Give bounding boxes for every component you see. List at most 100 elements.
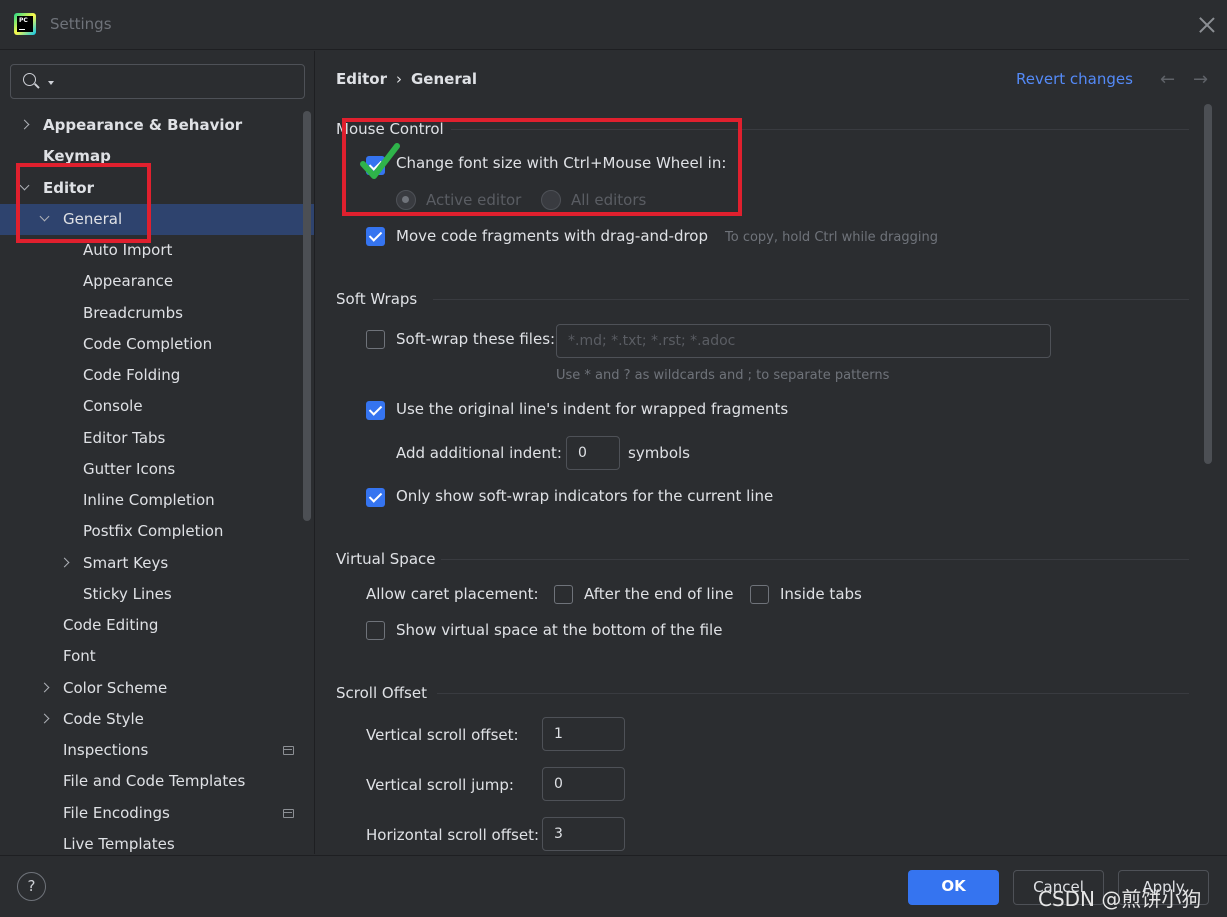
sidebar-item-label: Appearance & Behavior [43, 116, 243, 134]
vertical-scroll-jump-label: Vertical scroll jump: [366, 776, 514, 794]
sidebar-scrollbar[interactable] [303, 111, 311, 521]
window-title: Settings [50, 15, 112, 33]
sidebar-item-label: Color Scheme [63, 679, 168, 697]
additional-indent-unit: symbols [628, 444, 690, 462]
breadcrumb-editor[interactable]: Editor [336, 70, 387, 88]
sidebar-item-label: Code Completion [83, 335, 213, 353]
sidebar-item-label: Smart Keys [83, 554, 169, 572]
additional-indent-label: Add additional indent: [396, 444, 562, 462]
sidebar-item-smart-keys[interactable]: Smart Keys [0, 548, 314, 579]
chevron-right-icon[interactable] [39, 682, 50, 693]
chevron-right-icon[interactable] [59, 557, 70, 568]
sidebar-item-code-style[interactable]: Code Style [0, 704, 314, 735]
additional-indent-input[interactable] [566, 436, 620, 470]
horizontal-scroll-offset-input[interactable] [542, 817, 625, 851]
sidebar-item-label: Editor Tabs [83, 429, 166, 447]
vertical-scroll-offset-label: Vertical scroll offset: [366, 726, 519, 744]
sidebar-item-label: Code Folding [83, 366, 181, 384]
breadcrumb: Editor › General [336, 70, 477, 88]
sidebar-item-gutter-icons[interactable]: Gutter Icons [0, 454, 314, 485]
original-indent-checkbox[interactable] [366, 401, 385, 420]
soft-wrap-indicators-label: Only show soft-wrap indicators for the c… [396, 487, 774, 505]
after-end-of-line-checkbox[interactable] [554, 585, 573, 604]
vertical-scroll-offset-input[interactable] [542, 717, 625, 751]
help-button[interactable]: ? [17, 872, 46, 901]
section-title-scroll-offset: Scroll Offset [336, 684, 427, 702]
sidebar-item-label: Font [63, 647, 96, 665]
sidebar-item-label: File and Code Templates [63, 772, 246, 790]
section-divider [441, 559, 1189, 560]
soft-wrap-files-label: Soft-wrap these files: [396, 330, 556, 348]
search-options-chevron-icon[interactable] [48, 81, 54, 85]
search-icon[interactable] [23, 73, 36, 86]
virtual-space-bottom-checkbox[interactable] [366, 621, 385, 640]
project-scope-icon [283, 809, 294, 818]
soft-wrap-indicators-checkbox[interactable] [366, 488, 385, 507]
sidebar-item-font[interactable]: Font [0, 641, 314, 672]
sidebar-item-label: Inspections [63, 741, 149, 759]
sidebar-item-label: Appearance [83, 272, 174, 290]
breadcrumb-separator: › [396, 70, 402, 88]
sidebar-item-appearance[interactable]: Appearance [0, 266, 314, 297]
original-indent-label: Use the original line's indent for wrapp… [396, 400, 789, 418]
sidebar-item-code-completion[interactable]: Code Completion [0, 329, 314, 360]
pycharm-logo-icon: PC [14, 13, 36, 35]
drag-drop-checkbox[interactable] [366, 227, 385, 246]
csdn-watermark: CSDN @煎饼小狗 [1038, 887, 1202, 911]
section-divider [433, 299, 1189, 300]
sidebar-item-breadcrumbs[interactable]: Breadcrumbs [0, 298, 314, 329]
sidebar-item-code-folding[interactable]: Code Folding [0, 360, 314, 391]
soft-wrap-patterns-hint: Use * and ? as wildcards and ; to separa… [556, 368, 890, 383]
sidebar-item-label: Postfix Completion [83, 522, 224, 540]
section-title-virtual-space: Virtual Space [336, 550, 436, 568]
back-arrow-icon[interactable]: ← [1160, 69, 1175, 90]
sidebar-item-label: Sticky Lines [83, 585, 172, 603]
drag-drop-hint: To copy, hold Ctrl while dragging [725, 230, 938, 245]
annotation-red-box-sidebar [16, 163, 151, 243]
close-icon[interactable] [1196, 14, 1218, 36]
sidebar-item-label: Console [83, 397, 143, 415]
section-title-soft-wraps: Soft Wraps [336, 290, 418, 308]
sidebar-item-label: Gutter Icons [83, 460, 176, 478]
annotation-red-box-mouse-control [342, 118, 742, 216]
project-scope-icon [283, 746, 294, 755]
search-input[interactable] [57, 70, 297, 94]
settings-search[interactable] [10, 64, 305, 99]
sidebar-item-label: Code Style [63, 710, 144, 728]
title-bar: PC Settings [0, 0, 1227, 50]
after-end-of-line-label: After the end of line [584, 585, 734, 603]
forward-arrow-icon[interactable]: → [1193, 69, 1208, 90]
inside-tabs-label: Inside tabs [780, 585, 862, 603]
sidebar-item-appearance-behavior[interactable]: Appearance & Behavior [0, 110, 314, 141]
virtual-space-bottom-label: Show virtual space at the bottom of the … [396, 621, 723, 639]
sidebar-item-sticky-lines[interactable]: Sticky Lines [0, 579, 314, 610]
chevron-right-icon[interactable] [19, 119, 30, 130]
vertical-scroll-jump-input[interactable] [542, 767, 625, 801]
sidebar-item-label: Breadcrumbs [83, 304, 183, 322]
sidebar-item-inline-completion[interactable]: Inline Completion [0, 485, 314, 516]
soft-wrap-patterns-input[interactable] [556, 324, 1051, 358]
sidebar-item-label: Code Editing [63, 616, 159, 634]
breadcrumb-general: General [411, 70, 477, 88]
sidebar-item-label: File Encodings [63, 804, 170, 822]
sidebar-item-postfix-completion[interactable]: Postfix Completion [0, 516, 314, 547]
sidebar-item-editor-tabs[interactable]: Editor Tabs [0, 423, 314, 454]
sidebar-item-inspections[interactable]: Inspections [0, 735, 314, 766]
sidebar-item-file-encodings[interactable]: File Encodings [0, 798, 314, 829]
content-scrollbar[interactable] [1204, 104, 1212, 464]
horizontal-scroll-offset-label: Horizontal scroll offset: [366, 826, 540, 844]
sidebar-item-code-editing[interactable]: Code Editing [0, 610, 314, 641]
sidebar-item-live-templates[interactable]: Live Templates [0, 829, 314, 854]
caret-placement-label: Allow caret placement: [366, 585, 539, 603]
chevron-right-icon[interactable] [39, 713, 50, 724]
sidebar-item-console[interactable]: Console [0, 391, 314, 422]
soft-wrap-files-checkbox[interactable] [366, 330, 385, 349]
inside-tabs-checkbox[interactable] [750, 585, 769, 604]
ok-button[interactable]: OK [908, 870, 999, 905]
green-check-mark-icon [360, 143, 400, 179]
sidebar-item-file-and-code-templates[interactable]: File and Code Templates [0, 766, 314, 797]
sidebar-item-color-scheme[interactable]: Color Scheme [0, 673, 314, 704]
section-divider [437, 693, 1189, 694]
revert-changes-link[interactable]: Revert changes [1016, 70, 1133, 88]
sidebar-item-label: Live Templates [63, 835, 175, 853]
